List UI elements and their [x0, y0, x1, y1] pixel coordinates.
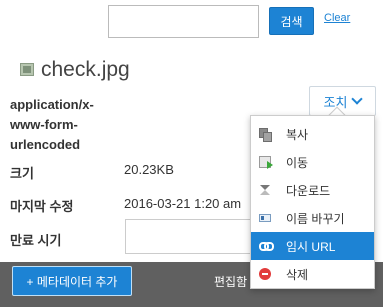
search-button[interactable]: 검색	[269, 7, 314, 35]
modified-label: 마지막 수정	[10, 199, 74, 214]
menu-item-label: 임시 URL	[286, 239, 336, 254]
menu-item-label: 이동	[286, 155, 309, 170]
image-file-icon	[20, 63, 34, 76]
menu-item-move[interactable]: 이동	[251, 148, 374, 176]
chevron-down-icon	[351, 93, 364, 105]
size-value: 20.23KB	[124, 162, 174, 177]
menu-item-rename[interactable]: 이름 바꾸기	[251, 204, 374, 232]
clear-link[interactable]: Clear	[324, 12, 350, 24]
copy-icon	[259, 128, 272, 142]
delete-icon	[259, 268, 271, 280]
menu-item-label: 복사	[286, 127, 309, 142]
link-icon	[259, 242, 274, 251]
menu-item-label: 삭제	[286, 267, 309, 282]
size-label: 크기	[10, 166, 34, 181]
download-icon	[259, 184, 271, 196]
menu-item-label: 다운로드	[286, 183, 331, 198]
expiry-input[interactable]	[125, 219, 265, 254]
add-metadata-button[interactable]: + 메타데이터 추가	[12, 266, 132, 296]
search-input[interactable]	[108, 5, 259, 38]
move-icon	[259, 156, 273, 169]
expiry-label: 만료 시기	[10, 233, 62, 248]
menu-item-label: 이름 바꾸기	[286, 211, 345, 226]
menu-item-copy[interactable]: 복사	[251, 120, 374, 148]
rename-icon	[259, 214, 271, 222]
menu-item-download[interactable]: 다운로드	[251, 176, 374, 204]
menu-item-delete[interactable]: 삭제	[251, 260, 374, 288]
mime-type-label: application/x-www-form-urlencoded	[10, 97, 94, 152]
edit-label: 편집함	[214, 275, 248, 289]
menu-item-temporary-url[interactable]: 임시 URL	[251, 232, 374, 260]
modified-value: 2016-03-21 1:20 am	[124, 196, 242, 211]
actions-menu: 복사 이동 다운로드 이름 바꾸기 임시 URL 삭제	[250, 115, 375, 289]
file-name: check.jpg	[41, 58, 130, 81]
